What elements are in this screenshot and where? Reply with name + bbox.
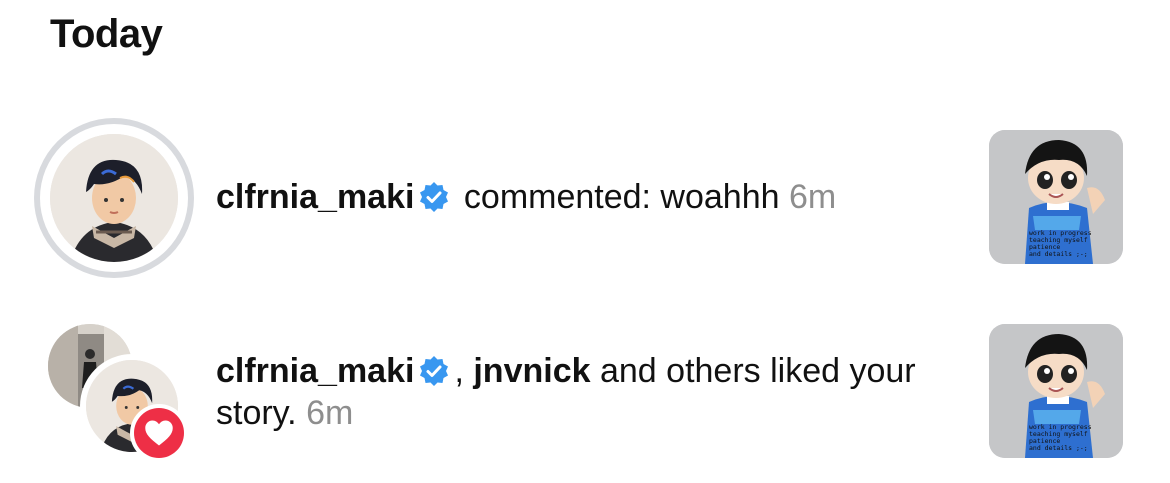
like-badge bbox=[130, 404, 188, 462]
username-link[interactable]: clfrnia_maki bbox=[216, 178, 414, 216]
username-link[interactable]: clfrnia_maki bbox=[216, 352, 414, 390]
thumbnail-caption: work in progress teaching myself patienc… bbox=[1029, 229, 1092, 258]
timestamp: 6m bbox=[789, 178, 837, 216]
notification-row-comment[interactable]: clfrnia_maki commented: woahhh 6m work i… bbox=[0, 118, 1170, 278]
section-title: Today bbox=[50, 12, 163, 56]
notification-text: clfrnia_maki, jnvnick and others liked y… bbox=[216, 350, 946, 434]
notification-action: commented: woahhh bbox=[463, 178, 780, 216]
username-link-secondary[interactable]: jnvnick bbox=[473, 352, 590, 390]
avatar[interactable] bbox=[50, 134, 178, 262]
timestamp: 6m bbox=[306, 394, 354, 432]
separator: , bbox=[454, 352, 464, 390]
verified-badge-icon bbox=[418, 355, 450, 387]
story-thumbnail[interactable]: work in progress teaching myself patienc… bbox=[989, 324, 1123, 458]
verified-badge-icon bbox=[418, 181, 450, 213]
notification-text: clfrnia_maki commented: woahhh 6m bbox=[216, 176, 836, 218]
thumbnail-caption: work in progress teaching myself patienc… bbox=[1029, 423, 1092, 452]
notification-row-story-like[interactable]: clfrnia_maki, jnvnick and others liked y… bbox=[0, 318, 1170, 468]
story-thumbnail[interactable]: work in progress teaching myself patienc… bbox=[989, 130, 1123, 264]
heart-icon bbox=[134, 408, 184, 458]
